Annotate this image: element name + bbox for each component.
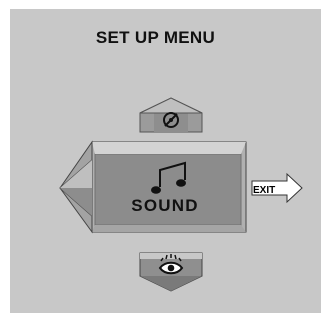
left-arrow-hit[interactable] <box>60 142 92 232</box>
menu-title: SET UP MENU <box>95 28 216 47</box>
down-arrow-hit[interactable] <box>140 253 202 291</box>
center-item-hit[interactable] <box>92 142 246 232</box>
exit-hit[interactable] <box>252 174 302 202</box>
up-arrow-hit[interactable] <box>140 98 202 132</box>
